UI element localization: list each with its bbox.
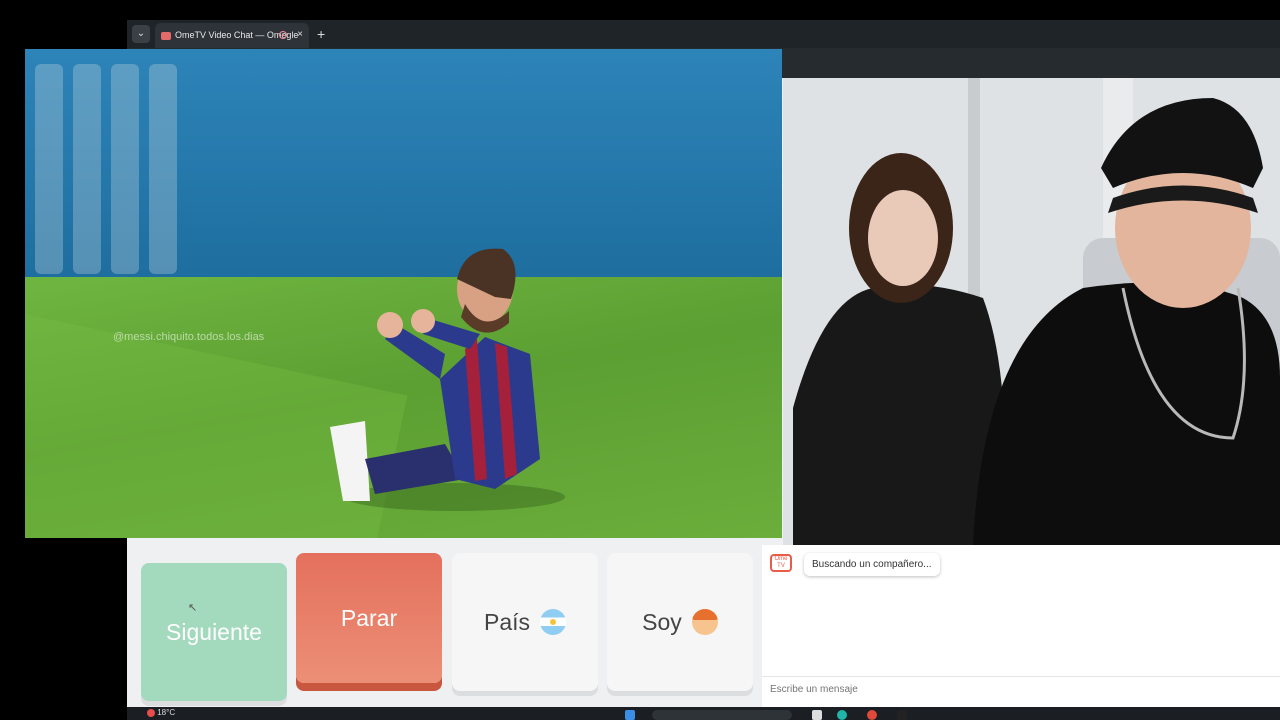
taskview-icon[interactable] (812, 710, 822, 720)
chat-panel: Ome TV Buscando un compañero... (762, 545, 1280, 707)
tab-strip: ⌄ OmeTV Video Chat — Omegle × + (127, 20, 1280, 48)
status-message: Buscando un compañero... (804, 553, 940, 576)
taskbar: 18°C (127, 707, 1280, 720)
stranger-video-overlay: @messi.chiquito.todos.los.dias (25, 49, 782, 538)
weather-widget[interactable]: 18°C (147, 708, 175, 717)
footballer-figure (330, 248, 565, 511)
edge-icon[interactable] (837, 710, 847, 720)
search-icon[interactable] (652, 710, 792, 720)
start-icon[interactable] (625, 710, 635, 720)
message-input[interactable] (762, 676, 1280, 702)
gender-button-label: Soy (642, 608, 682, 635)
video-watermark: @messi.chiquito.todos.los.dias (113, 331, 265, 343)
next-button-label: Siguiente (166, 618, 262, 645)
gender-select-button[interactable]: Soy (607, 553, 753, 691)
ometv-favicon-icon (161, 31, 171, 40)
app-icon[interactable] (867, 710, 877, 720)
tab-close-icon[interactable]: × (297, 23, 303, 47)
weather-icon (147, 708, 155, 717)
tab-ometv[interactable]: OmeTV Video Chat — Omegle × (155, 23, 309, 48)
country-filter-button[interactable]: País (452, 553, 598, 691)
self-webcam-video (783, 78, 1280, 545)
ometv-logo: Ome TV (770, 554, 792, 572)
stop-button[interactable]: Parar (296, 553, 442, 683)
boy-face-icon (691, 609, 718, 635)
chat-controls: Siguiente Parar País Soy (127, 545, 762, 707)
webcam-people (783, 78, 1280, 545)
temperature: 18°C (157, 708, 176, 717)
chevron-down-icon[interactable]: ⌄ (132, 25, 150, 43)
stop-button-label: Parar (340, 604, 398, 631)
tiktok-icon[interactable] (897, 710, 907, 720)
next-button[interactable]: Siguiente (141, 563, 287, 701)
country-button-label: País (483, 608, 531, 635)
new-tab-button[interactable]: + (317, 25, 325, 43)
argentina-flag-icon (540, 609, 567, 635)
recording-icon (279, 31, 287, 39)
mouse-cursor-icon: ↖ (188, 602, 198, 614)
